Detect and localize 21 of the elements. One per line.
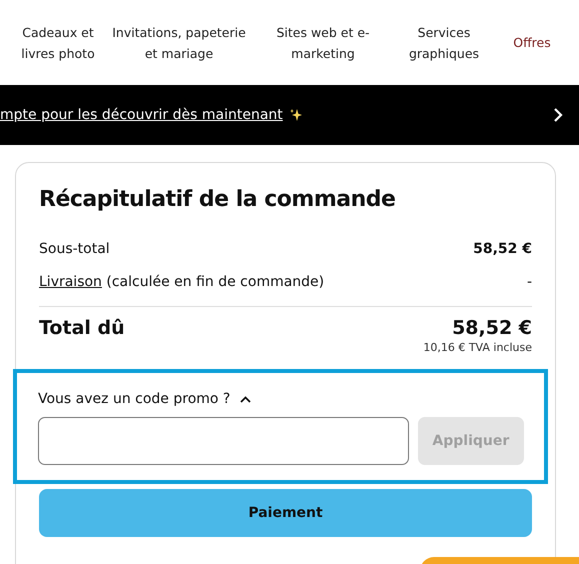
promo-code-field[interactable] <box>38 417 409 465</box>
row-label: Sous-total <box>39 240 110 256</box>
shipping-label: Livraison (calculée en fin de commande) <box>39 274 324 290</box>
tax-note: 10,16 € TVA incluse <box>423 341 532 354</box>
total-value: 58,52 € <box>452 317 532 339</box>
sparkle-icon <box>288 108 303 122</box>
total-label: Total dû <box>39 317 125 339</box>
row-value: - <box>526 274 532 290</box>
row-value: 58,52 € <box>473 240 532 256</box>
nav-link[interactable]: Invitations, papeterie et mariage <box>108 22 250 64</box>
nav-link[interactable]: Cadeaux et livres photo <box>8 22 108 64</box>
checkout-button[interactable]: Paiement <box>39 489 532 537</box>
chevron-right-icon[interactable] <box>553 107 563 123</box>
nav-link[interactable]: Offres <box>492 32 572 53</box>
nav-link[interactable]: Sites web et e-marketing <box>250 22 396 64</box>
summary-title: Récapitulatif de la commande <box>39 187 396 212</box>
shipping-link[interactable]: Livraison <box>39 274 102 290</box>
nav-link[interactable]: Services graphiques <box>396 22 492 64</box>
caret-up-icon[interactable] <box>240 396 252 402</box>
banner-link[interactable]: mpte pour les découvrir dès maintenant <box>0 107 283 123</box>
promo-label: Vous avez un code promo ? <box>38 391 230 407</box>
